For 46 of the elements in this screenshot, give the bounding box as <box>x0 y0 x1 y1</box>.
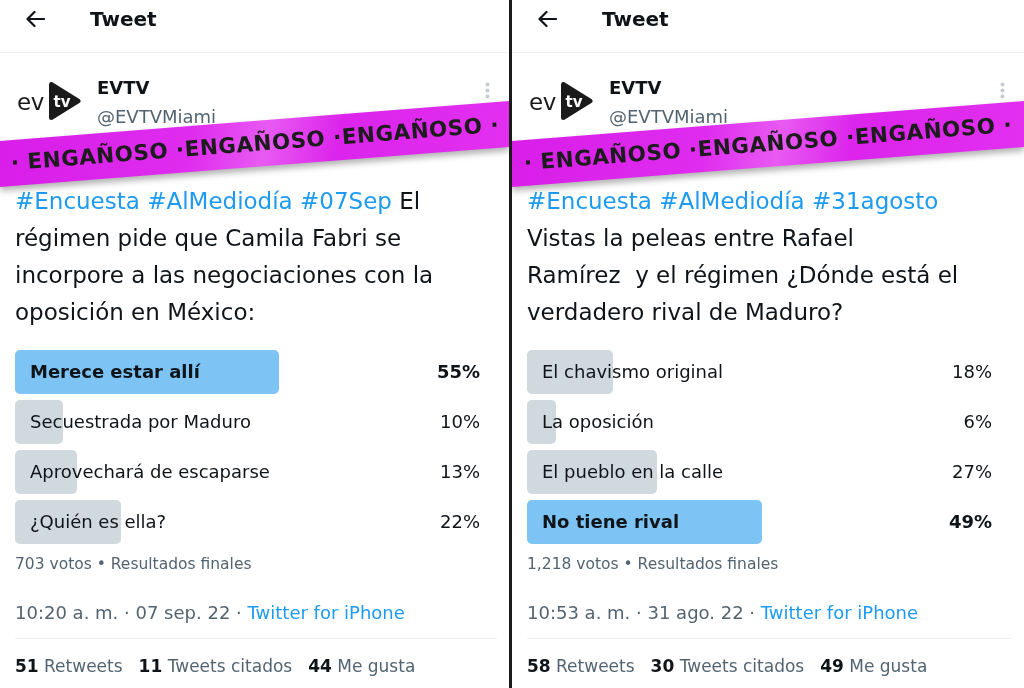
channel-logo: ev tv <box>17 82 81 120</box>
back-arrow-icon[interactable] <box>537 10 557 28</box>
author-handle: @EVTVMiami <box>97 106 217 128</box>
hashtag-link[interactable]: #Encuesta <box>527 188 652 214</box>
author-name: EVTV <box>97 77 150 99</box>
back-arrow-icon[interactable] <box>25 10 45 28</box>
author-handle: @EVTVMiami <box>609 106 729 128</box>
stat-link[interactable]: 44 Me gusta <box>308 655 416 677</box>
vote-percentage: 13% <box>440 461 480 483</box>
tweet-timestamp: 10:20 a. m. · 07 sep. 22 · <box>15 602 242 623</box>
page-title: Tweet <box>602 7 669 31</box>
stat-link[interactable]: 58 Retweets <box>527 655 635 677</box>
tweet-text: #Encuesta #AlMediodía #31agosto Vistas la peleas entre Rafael Ramírez y el régimen ¿Dónde está el verdadero rival de Maduro? <box>527 187 960 327</box>
vote-percentage: 10% <box>440 411 480 433</box>
author-name: EVTV <box>609 77 662 99</box>
option-label: La oposición <box>542 411 654 433</box>
stat-link[interactable]: 51 Retweets <box>15 655 123 677</box>
channel-logo: ev tv <box>529 82 593 120</box>
option-label: No tiene rival <box>542 511 680 533</box>
vote-percentage: 6% <box>963 411 992 433</box>
poll-summary: 1,218 votos • Resultados finales <box>527 554 779 574</box>
source-link[interactable]: Twitter for iPhone <box>760 602 919 623</box>
poll-summary: 703 votos • Resultados finales <box>15 554 252 574</box>
vote-percentage: 55% <box>436 361 480 383</box>
option-label: Aprovechará de escaparse <box>30 461 270 483</box>
page-title: Tweet <box>90 7 157 31</box>
hashtag-link[interactable]: #31agosto <box>812 188 939 214</box>
stat-link[interactable]: 11 Tweets citados <box>138 655 293 677</box>
option-label: Secuestrada por Maduro <box>30 411 251 433</box>
source-link[interactable]: Twitter for iPhone <box>247 602 405 623</box>
vote-percentage: 27% <box>952 461 992 483</box>
option-label: ¿Quién es ella? <box>30 511 167 533</box>
vote-percentage: 49% <box>948 511 992 533</box>
hashtag-link[interactable]: #AlMediodía <box>147 188 293 214</box>
tweet-timestamp: 10:53 a. m. · 31 ago. 22 · <box>527 602 756 623</box>
option-label: Merece estar allí <box>30 361 200 383</box>
tweet-text: #Encuesta #AlMediodía #07Sep El régimen pide que Camila Fabri se incorpore a las negociaciones con la oposición en México: <box>15 187 435 327</box>
vote-percentage: 18% <box>952 361 992 383</box>
hashtag-link[interactable]: #07Sep <box>300 188 392 214</box>
hashtag-link[interactable]: #Encuesta <box>15 188 140 214</box>
hashtag-link[interactable]: #AlMediodía <box>659 188 805 214</box>
vote-percentage: 22% <box>440 511 480 533</box>
stat-link[interactable]: 49 Me gusta <box>820 655 928 677</box>
option-label: El chavismo original <box>542 361 723 383</box>
option-label: El pueblo en la calle <box>542 461 724 483</box>
stat-link[interactable]: 30 Tweets citados <box>650 655 805 677</box>
